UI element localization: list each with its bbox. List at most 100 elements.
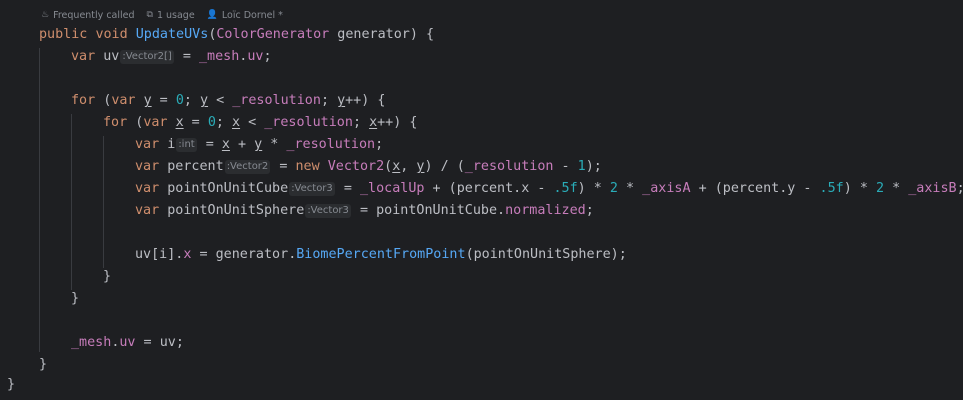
author-hint[interactable]: 👤 Loïc Dornel *: [207, 10, 283, 21]
punctuation: }: [39, 357, 48, 372]
operator: =: [351, 203, 377, 218]
punctuation: (: [95, 93, 112, 108]
operator: + (percent.x -: [424, 181, 554, 196]
identifier: uv[i].: [135, 247, 184, 262]
punctuation: ;: [320, 93, 338, 108]
number-literal: 0: [207, 115, 216, 130]
loop-variable: y: [143, 93, 152, 108]
punctuation: ;: [175, 335, 184, 350]
external-link-icon: ⧉: [146, 10, 153, 20]
punctuation: ;: [957, 181, 963, 196]
loop-variable: x: [369, 115, 378, 130]
frequently-called-hint[interactable]: ♨ Frequently called: [41, 10, 135, 21]
code-line[interactable]: }: [7, 374, 15, 396]
punctuation: ;: [375, 137, 384, 152]
code-line[interactable]: uv[i].x = generator.BiomePercentFromPoin…: [135, 244, 627, 266]
frequently-called-label: Frequently called: [53, 9, 135, 21]
punctuation: ;: [585, 203, 594, 218]
code-vision-bar: ♨ Frequently called ⧉ 1 usage 👤 Loïc Dor…: [41, 8, 295, 22]
code-line[interactable]: var pointOnUnitCube:Vector3 = _localUp +…: [135, 178, 963, 200]
operator: <: [240, 115, 265, 130]
method-name[interactable]: UpdateUVs: [136, 27, 209, 42]
operator: *: [617, 181, 643, 196]
punctuation: ;: [183, 93, 200, 108]
author-label: Loïc Dornel *: [221, 9, 283, 21]
field: _resolution: [464, 159, 554, 174]
property: uv: [119, 335, 136, 350]
operator: *: [262, 137, 287, 152]
identifier: uv: [159, 335, 176, 350]
loop-variable: x: [221, 137, 230, 152]
number-literal: .5f: [553, 181, 578, 196]
indent-guide: [103, 136, 104, 268]
identifier: generator: [215, 247, 289, 262]
punctuation: ;: [352, 115, 370, 130]
code-line[interactable]: for (var x = 0; x < _resolution; x++) {: [103, 112, 417, 134]
number-literal: 1: [577, 159, 586, 174]
code-text: generator) {: [329, 27, 435, 42]
operator: =: [335, 181, 360, 196]
code-line[interactable]: }: [71, 288, 79, 310]
number-literal: 0: [175, 93, 184, 108]
code-line[interactable]: var pointOnUnitSphere:Vector3 = pointOnU…: [135, 200, 594, 222]
usages-hint[interactable]: ⧉ 1 usage: [147, 10, 195, 21]
punctuation: );: [585, 159, 602, 174]
identifier: pointOnUnitCube.: [376, 203, 506, 218]
field: _mesh: [198, 49, 240, 64]
keyword: void: [95, 27, 128, 42]
code-line[interactable]: _mesh.uv = uv;: [71, 332, 184, 354]
keyword: var: [111, 93, 136, 108]
keyword: new: [295, 159, 320, 174]
property: uv: [247, 49, 264, 64]
field: _axisA: [642, 181, 691, 196]
field: _mesh: [71, 335, 112, 350]
type-hint: :Vector3: [289, 182, 335, 196]
punctuation: (pointOnUnitSphere);: [465, 247, 627, 262]
operator: =: [183, 115, 208, 130]
identifier: i: [159, 137, 176, 152]
code-line[interactable]: var i:int = x + y * _resolution;: [135, 134, 383, 156]
code-line[interactable]: var percent:Vector2 = new Vector2(x, y) …: [135, 156, 602, 178]
type-name[interactable]: Vector2: [328, 159, 384, 174]
punctuation: ;: [215, 115, 232, 130]
type-name[interactable]: ColorGenerator: [216, 27, 329, 42]
method-call[interactable]: BiomePercentFromPoint: [296, 247, 465, 262]
code-line[interactable]: for (var y = 0; y < _resolution; y++) {: [71, 90, 385, 112]
loop-variable: x: [175, 115, 184, 130]
field: _resolution: [264, 115, 353, 130]
code-line[interactable]: }: [103, 266, 111, 288]
usages-label: 1 usage: [156, 9, 195, 21]
code-line[interactable]: public void UpdateUVs(ColorGenerator gen…: [39, 24, 434, 46]
loop-variable: y: [337, 93, 346, 108]
loop-variable: y: [200, 93, 209, 108]
code-line[interactable]: }: [39, 354, 47, 376]
keyword: var: [143, 115, 168, 130]
operator: *: [884, 181, 909, 196]
operator: ) *: [843, 181, 876, 196]
identifier: pointOnUnitCube: [159, 181, 289, 196]
operator: =: [191, 247, 216, 262]
operator: + (percent.y -: [690, 181, 820, 196]
keyword: public: [39, 27, 88, 42]
operator: =: [135, 335, 160, 350]
user-icon: 👤: [206, 10, 218, 20]
punctuation: ,: [400, 159, 417, 174]
loop-variable: x: [232, 115, 241, 130]
field: _resolution: [232, 93, 321, 108]
keyword: var: [135, 181, 160, 196]
operator: ) *: [577, 181, 610, 196]
number-literal: 2: [609, 181, 618, 196]
identifier: pointOnUnitSphere: [159, 203, 305, 218]
operator: =: [271, 159, 296, 174]
keyword: var: [135, 159, 160, 174]
indent-guide: [39, 48, 40, 352]
operator: +: [229, 137, 255, 152]
punctuation: }: [103, 269, 112, 284]
operator: <: [208, 93, 233, 108]
operator: =: [197, 137, 222, 152]
punctuation: (: [127, 115, 144, 130]
code-editor[interactable]: ♨ Frequently called ⧉ 1 usage 👤 Loïc Dor…: [0, 0, 963, 400]
punctuation: ) / (: [424, 159, 465, 174]
code-line[interactable]: var uv:Vector2[] = _mesh.uv;: [71, 46, 272, 68]
keyword: for: [71, 93, 96, 108]
